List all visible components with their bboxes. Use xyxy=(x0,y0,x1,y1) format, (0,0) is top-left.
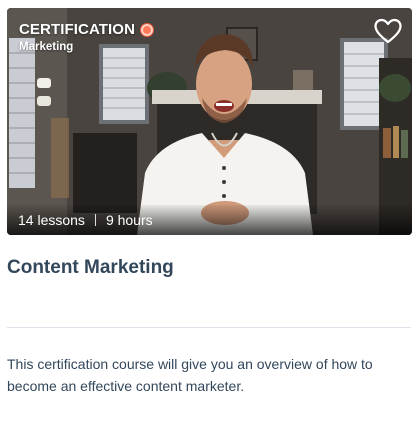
course-thumbnail[interactable]: CERTIFICATION Marketing 14 lessons 9 hou… xyxy=(7,8,412,235)
heart-icon[interactable] xyxy=(374,18,402,44)
meta-separator xyxy=(94,214,96,226)
course-description: This certification course will give you … xyxy=(7,356,373,394)
course-meta: 14 lessons 9 hours xyxy=(18,212,153,228)
certification-label: CERTIFICATION xyxy=(19,21,136,38)
course-category: Marketing xyxy=(19,41,74,53)
divider xyxy=(7,327,411,328)
certification-badge: CERTIFICATION xyxy=(19,21,154,38)
course-duration: 9 hours xyxy=(105,212,153,228)
course-title[interactable]: Content Marketing xyxy=(7,257,174,279)
lesson-count: 14 lessons xyxy=(18,212,85,228)
course-card[interactable]: CERTIFICATION Marketing 14 lessons 9 hou… xyxy=(0,0,418,422)
certification-dot-icon xyxy=(141,23,154,36)
